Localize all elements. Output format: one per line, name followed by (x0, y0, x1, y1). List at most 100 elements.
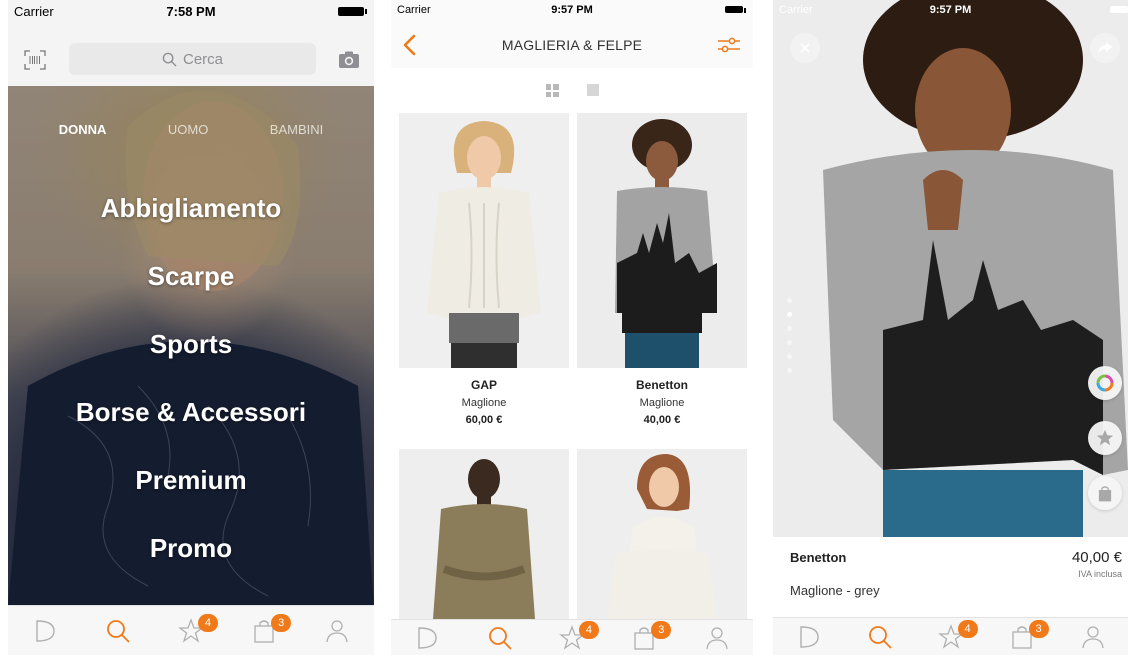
product-image (399, 113, 569, 368)
category-abbigliamento[interactable]: Abbigliamento (8, 186, 374, 254)
wishlist-badge: 4 (197, 613, 218, 632)
category-sports[interactable]: Sports (8, 322, 374, 390)
barcode-scan-icon[interactable] (24, 50, 46, 70)
share-arrow-icon (1098, 42, 1112, 54)
view-toggle (391, 84, 753, 97)
tab-home[interactable] (30, 616, 60, 646)
battery-icon (725, 6, 746, 13)
color-picker-button[interactable] (1088, 366, 1122, 400)
product-price: 60,00 € (465, 414, 503, 426)
wishlist-badge: 4 (578, 620, 599, 639)
tab-bar: 4 3 (773, 617, 1128, 655)
search-icon (162, 52, 177, 67)
tab-search[interactable] (103, 616, 133, 646)
product-list-screen: Carrier 9:57 PM MAGLIERIA & FELPE GAP Ma… (391, 0, 753, 655)
category-list: Abbigliamento Scarpe Sports Borse & Acce… (8, 186, 374, 594)
tab-bambini[interactable]: BAMBINI (270, 122, 323, 137)
product-image (577, 449, 747, 619)
user-icon (1081, 625, 1104, 648)
home-shape-icon (799, 625, 819, 648)
product-card[interactable] (577, 449, 747, 619)
clock: 9:57 PM (929, 4, 972, 16)
clock: 9:57 PM (551, 4, 593, 16)
category-scarpe[interactable]: Scarpe (8, 254, 374, 322)
home-shape-icon (35, 619, 55, 642)
search-placeholder: Cerca (182, 50, 223, 68)
search-icon (868, 625, 892, 649)
status-bar: Carrier 7:58 PM (8, 0, 374, 22)
close-button[interactable] (790, 33, 820, 63)
product-brand: Benetton (636, 378, 688, 392)
user-icon (706, 626, 728, 649)
search-input[interactable]: Cerca (69, 43, 316, 75)
color-wheel-icon (1096, 374, 1114, 392)
tab-profile[interactable] (322, 616, 352, 646)
camera-icon[interactable] (338, 51, 360, 69)
wishlist-button[interactable] (1088, 421, 1122, 455)
product-detail-screen: Carrier 9:57 PM Benetton 40,00 € IVA inc… (773, 0, 1128, 655)
product-brand: GAP (470, 378, 497, 392)
tab-donna[interactable]: DONNA (59, 122, 107, 137)
product-card[interactable] (399, 449, 569, 619)
tab-bar: 4 3 (391, 619, 753, 655)
home-shape-icon (418, 626, 437, 649)
top-bar: Carrier 7:58 PM Cerca (8, 0, 374, 86)
clock: 7:58 PM (166, 4, 216, 19)
tab-home[interactable] (794, 622, 824, 652)
page-title: MAGLIERIA & FELPE (501, 37, 643, 53)
product-image (577, 113, 747, 368)
tab-bar: 4 3 (8, 605, 374, 655)
gender-tabs: DONNA UOMO BAMBINI (8, 122, 374, 137)
tab-cart[interactable]: 3 (629, 620, 672, 653)
user-icon (326, 619, 348, 642)
tab-wishlist[interactable]: 4 (176, 613, 218, 646)
product-brand: Benetton (790, 550, 847, 565)
star-icon (1096, 429, 1114, 446)
status-bar: Carrier 9:57 PM (391, 0, 753, 22)
product-info: Benetton 40,00 € IVA inclusa Maglione - … (773, 537, 1128, 617)
single-view-icon[interactable] (586, 84, 599, 96)
category-promo[interactable]: Promo (8, 526, 374, 594)
product-name: Maglione - grey (790, 583, 880, 598)
search-icon (106, 619, 130, 643)
tab-uomo[interactable]: UOMO (168, 122, 208, 137)
category-borse-accessori[interactable]: Borse & Accessori (8, 390, 374, 458)
tab-wishlist[interactable]: 4 (936, 619, 978, 652)
cart-badge: 3 (651, 620, 672, 639)
product-photo: Carrier 9:57 PM (773, 0, 1128, 537)
tab-profile[interactable] (1078, 622, 1108, 652)
product-price: 40,00 € (643, 414, 681, 426)
close-icon (800, 43, 810, 53)
cart-badge: 3 (1028, 619, 1049, 638)
vat-note: IVA inclusa (1078, 569, 1122, 579)
share-button[interactable] (1090, 33, 1120, 63)
product-name: Maglione (461, 397, 507, 409)
filter-sliders-icon[interactable] (717, 36, 741, 54)
tab-search[interactable] (485, 623, 515, 653)
tab-wishlist[interactable]: 4 (557, 620, 599, 653)
model-photo (773, 0, 1128, 537)
add-to-bag-button[interactable] (1088, 476, 1122, 510)
hero-image: DONNA UOMO BAMBINI Abbigliamento Scarpe … (8, 86, 374, 605)
product-card[interactable]: Benetton Maglione 40,00 € (577, 113, 747, 426)
status-bar: Carrier 9:57 PM (773, 0, 1128, 22)
bag-icon (1098, 485, 1112, 501)
nav-bar: MAGLIERIA & FELPE (391, 22, 753, 68)
tab-profile[interactable] (702, 623, 732, 653)
cart-badge: 3 (271, 613, 292, 632)
tab-cart[interactable]: 3 (1007, 619, 1049, 652)
tab-home[interactable] (412, 623, 442, 653)
product-name: Maglione (639, 397, 685, 409)
tab-cart[interactable]: 3 (249, 613, 292, 646)
product-card[interactable]: GAP Maglione 60,00 € (399, 113, 569, 426)
product-image (399, 449, 569, 619)
image-pager-dots (787, 298, 793, 382)
tab-search[interactable] (865, 622, 895, 652)
battery-icon (1110, 6, 1128, 13)
grid-view-icon[interactable] (545, 84, 559, 97)
wishlist-badge: 4 (957, 619, 978, 638)
battery-icon (338, 7, 367, 16)
search-icon (488, 626, 512, 650)
product-price: 40,00 € (1071, 549, 1122, 566)
category-premium[interactable]: Premium (8, 458, 374, 526)
